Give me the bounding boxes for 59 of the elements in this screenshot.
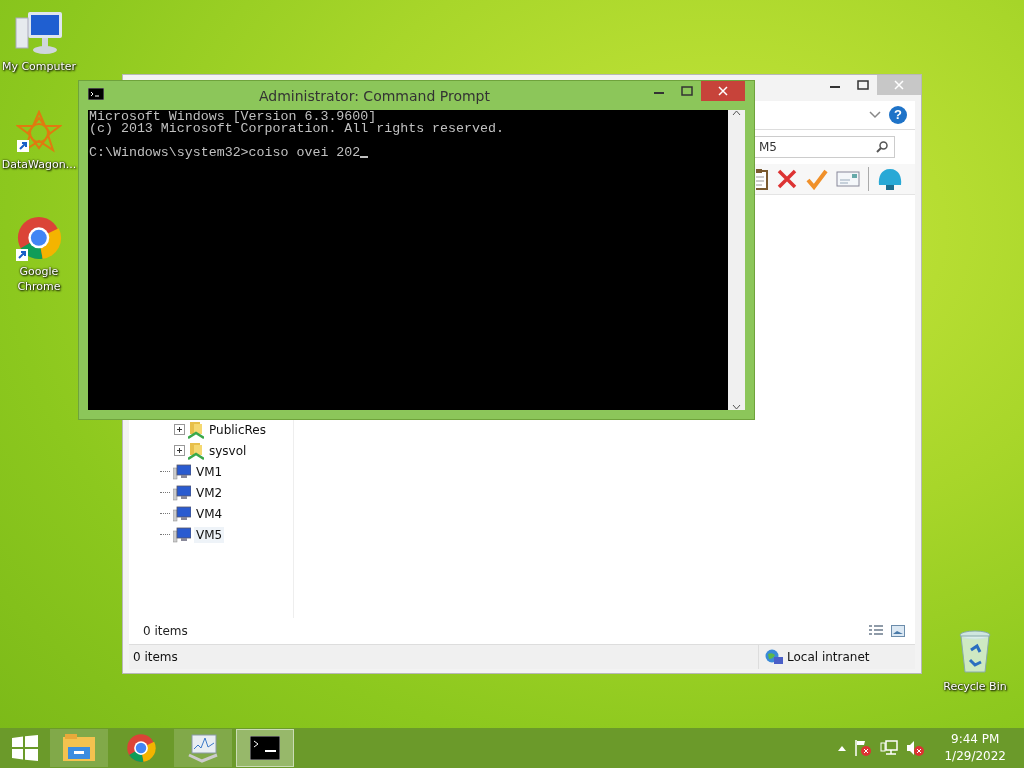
tree-item[interactable]: VM1	[194, 463, 225, 480]
close-icon	[718, 86, 728, 96]
tree-item[interactable]: VM5	[194, 526, 225, 543]
delete-icon[interactable]	[776, 168, 798, 190]
desktop-icon-label: Recycle Bin	[943, 679, 1007, 694]
checkmark-icon[interactable]	[806, 168, 828, 190]
desktop-icon-label: DataWagon...	[1, 157, 77, 172]
zone-label: Local intranet	[787, 650, 870, 664]
close-button[interactable]	[701, 81, 745, 101]
network-icon[interactable]	[880, 739, 899, 757]
tree-item[interactable]: VM2	[194, 484, 225, 501]
search-field[interactable]: M5	[752, 136, 895, 158]
tree-item[interactable]: sysvol	[207, 442, 249, 459]
speaker-muted-icon[interactable]	[906, 739, 925, 757]
search-icon[interactable]	[876, 141, 888, 153]
large-icons-view-icon[interactable]	[891, 625, 905, 637]
shared-folder-icon	[188, 441, 204, 460]
desktop-icon-label: My Computer	[1, 59, 77, 74]
computer-icon	[173, 526, 191, 543]
expand-icon[interactable]	[174, 445, 185, 456]
performance-monitor-icon	[188, 733, 218, 763]
star-pattern-icon[interactable]	[16, 110, 62, 154]
folder-icon	[62, 733, 96, 763]
tree-item[interactable]: PublicRes	[207, 421, 268, 438]
computer-icon[interactable]	[14, 10, 64, 56]
help-button[interactable]: ?	[889, 106, 907, 124]
desktop-icon-label: Google Chrome	[16, 264, 62, 294]
status-text: 0 items	[132, 650, 178, 664]
chrome-icon[interactable]	[16, 215, 62, 261]
console-line: Microsoft Windows [Version 6.3.9600]	[89, 111, 378, 123]
scroll-up-icon[interactable]	[732, 110, 741, 116]
shared-folder-icon	[188, 420, 204, 439]
scroll-down-icon[interactable]	[732, 404, 741, 410]
expand-icon[interactable]	[174, 424, 185, 435]
command-line: C:\Windows\system32>coiso ovei 202	[89, 147, 361, 159]
recycle-bin-icon[interactable]	[957, 630, 993, 676]
chrome-icon	[126, 733, 156, 763]
close-icon	[894, 80, 904, 90]
flag-icon[interactable]	[854, 739, 873, 757]
computer-icon	[173, 463, 191, 480]
text-cursor	[360, 156, 369, 158]
item-count: 0 items	[143, 624, 188, 638]
chevron-down-icon[interactable]	[869, 111, 881, 119]
console-icon	[250, 736, 280, 760]
computer-icon	[173, 505, 191, 522]
console-icon	[88, 88, 104, 100]
caret-up-icon[interactable]	[838, 745, 847, 751]
scrollbar[interactable]	[728, 110, 745, 410]
tree-item[interactable]: VM4	[194, 505, 225, 522]
details-view-icon[interactable]	[869, 625, 883, 637]
console-line: (c) 2013 Microsoft Corporation. All rights reserved.	[89, 123, 505, 135]
windows-logo-icon	[12, 735, 38, 761]
maximize-icon	[857, 80, 869, 90]
globe-computer-icon	[765, 649, 783, 665]
maximize-icon	[681, 86, 693, 96]
card-icon[interactable]	[836, 170, 860, 188]
window-title: Administrator: Command Prompt	[258, 87, 491, 104]
taskbar-button[interactable]	[236, 729, 294, 767]
computer-icon	[173, 484, 191, 501]
